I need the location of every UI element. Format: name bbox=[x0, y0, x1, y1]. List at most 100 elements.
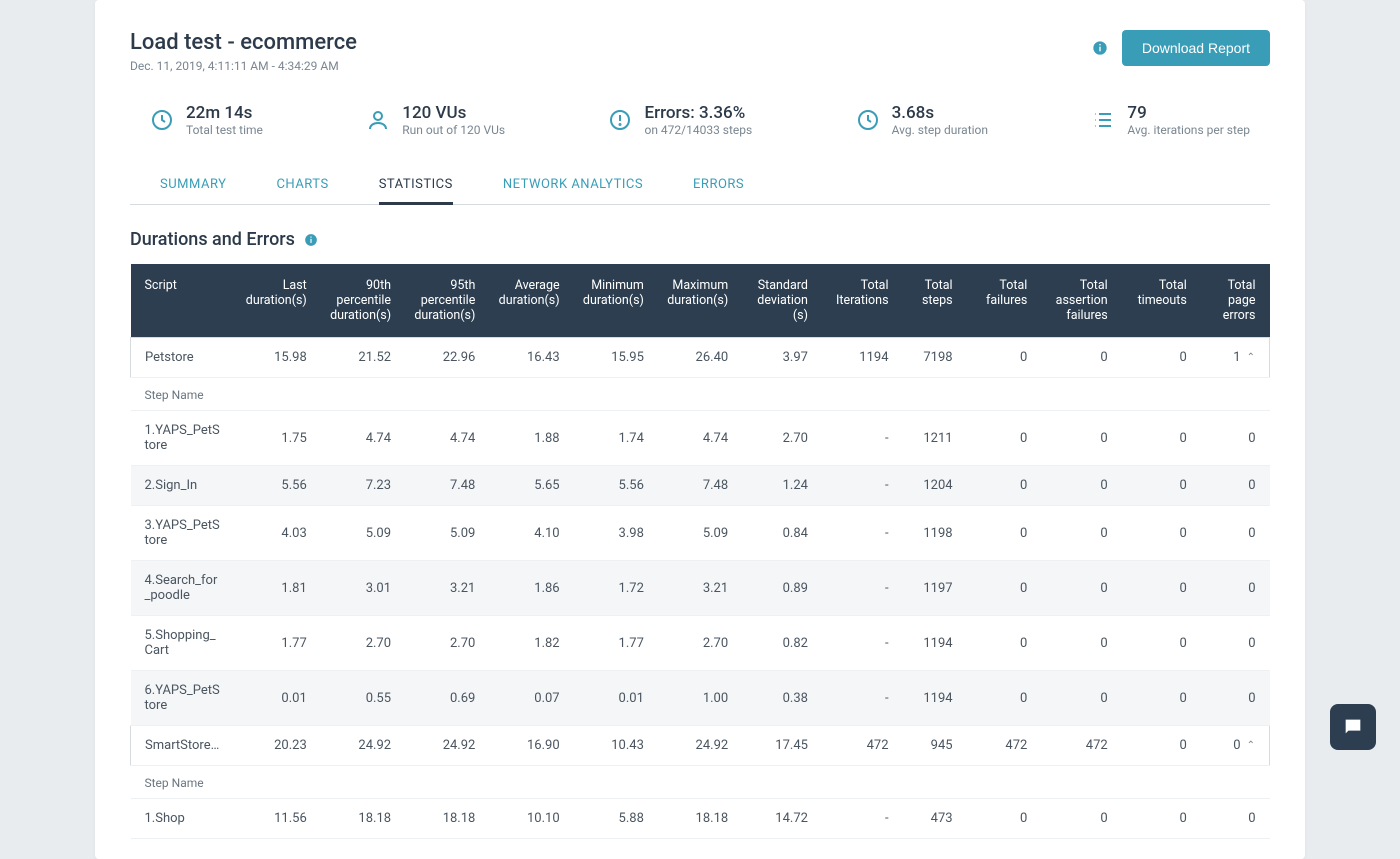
cell: 4.03 bbox=[231, 506, 315, 561]
cell: 11.56 bbox=[231, 799, 315, 839]
cell: 1.75 bbox=[231, 411, 315, 466]
cell: 6.YAPS_PetStore bbox=[131, 671, 231, 726]
tab-statistics[interactable]: STATISTICS bbox=[379, 167, 453, 205]
metric-value: 120 VUs bbox=[402, 103, 505, 123]
table-row-step[interactable]: 5.Shopping_Cart1.772.702.701.821.772.700… bbox=[131, 616, 1270, 671]
section-title: Durations and Errors bbox=[130, 229, 1270, 250]
page-subtitle: Dec. 11, 2019, 4:11:11 AM - 4:34:29 AM bbox=[130, 59, 357, 73]
cell: 16.90 bbox=[483, 726, 567, 766]
cell: 0.55 bbox=[315, 671, 399, 726]
cell: 5.56 bbox=[568, 466, 652, 506]
cell: 472 bbox=[961, 726, 1036, 766]
cell: 2.70 bbox=[399, 616, 483, 671]
metric-value: Errors: 3.36% bbox=[644, 103, 752, 123]
chevron-up-icon[interactable]: ⌃ bbox=[1247, 352, 1255, 363]
col-iterations[interactable]: Total Iterations bbox=[816, 264, 897, 338]
table-row-step[interactable]: 4.Search_for_poodle1.813.013.211.861.723… bbox=[131, 561, 1270, 616]
table-row-step[interactable]: 3.YAPS_PetStore4.035.095.094.103.985.090… bbox=[131, 506, 1270, 561]
table-row-step[interactable]: 1.YAPS_PetStore1.754.744.741.881.744.742… bbox=[131, 411, 1270, 466]
tab-network-analytics[interactable]: NETWORK ANALYTICS bbox=[503, 167, 643, 205]
cell: Petstore bbox=[131, 338, 231, 378]
cell: 0 bbox=[1195, 561, 1270, 616]
cell: 15.98 bbox=[231, 338, 315, 378]
cell: 0 bbox=[1195, 411, 1270, 466]
cell: 5.09 bbox=[652, 506, 736, 561]
metric-value: 22m 14s bbox=[186, 103, 263, 123]
col-avg[interactable]: Average duration(s) bbox=[483, 264, 567, 338]
table-row-step[interactable]: 6.YAPS_PetStore0.010.550.690.070.011.000… bbox=[131, 671, 1270, 726]
cell: 1204 bbox=[897, 466, 961, 506]
table-row-script[interactable]: SmartStore---...20.2324.9224.9216.9010.4… bbox=[131, 726, 1270, 766]
col-page-errors[interactable]: Total page errors bbox=[1195, 264, 1270, 338]
col-p90[interactable]: 90th percentile duration(s) bbox=[315, 264, 399, 338]
page-title: Load test - ecommerce bbox=[130, 30, 357, 55]
list-icon bbox=[1091, 108, 1115, 132]
cell: 1194 bbox=[816, 338, 897, 378]
download-report-button[interactable]: Download Report bbox=[1122, 30, 1270, 66]
metric-label: Run out of 120 VUs bbox=[402, 123, 505, 137]
cell: 3.98 bbox=[568, 506, 652, 561]
info-icon[interactable] bbox=[303, 232, 319, 248]
cell: 0.82 bbox=[736, 616, 816, 671]
col-steps[interactable]: Total steps bbox=[897, 264, 961, 338]
col-p95[interactable]: 95th percentile duration(s) bbox=[399, 264, 483, 338]
cell: 3.01 bbox=[315, 561, 399, 616]
table-row-script[interactable]: Petstore15.9821.5222.9616.4315.9526.403.… bbox=[131, 338, 1270, 378]
cell: 0.89 bbox=[736, 561, 816, 616]
col-min[interactable]: Minimum duration(s) bbox=[568, 264, 652, 338]
cell: 7.48 bbox=[652, 466, 736, 506]
cell: 5.09 bbox=[315, 506, 399, 561]
cell: 0 bbox=[1035, 671, 1115, 726]
tab-errors[interactable]: ERRORS bbox=[693, 167, 744, 205]
cell: 1.77 bbox=[231, 616, 315, 671]
cell: 16.43 bbox=[483, 338, 567, 378]
cell: 26.40 bbox=[652, 338, 736, 378]
title-block: Load test - ecommerce Dec. 11, 2019, 4:1… bbox=[130, 30, 357, 73]
cell: 24.92 bbox=[399, 726, 483, 766]
cell: - bbox=[816, 799, 897, 839]
col-timeouts[interactable]: Total timeouts bbox=[1116, 264, 1195, 338]
cell: 18.18 bbox=[399, 799, 483, 839]
step-header-row: Step Name bbox=[131, 766, 1270, 799]
metric-vus: 120 VUs Run out of 120 VUs bbox=[366, 103, 505, 137]
tab-summary[interactable]: SUMMARY bbox=[160, 167, 226, 205]
cell: 18.18 bbox=[315, 799, 399, 839]
cell: 0 bbox=[961, 338, 1036, 378]
metric-total-time: 22m 14s Total test time bbox=[150, 103, 263, 137]
tab-charts[interactable]: CHARTS bbox=[276, 167, 328, 205]
metric-iterations: 79 Avg. iterations per step bbox=[1091, 103, 1250, 137]
cell: 24.92 bbox=[315, 726, 399, 766]
col-assertion-failures[interactable]: Total assertion failures bbox=[1035, 264, 1115, 338]
cell: 472 bbox=[1035, 726, 1115, 766]
durations-table: Script Last duration(s) 90th percentile … bbox=[130, 264, 1270, 839]
cell: - bbox=[816, 671, 897, 726]
cell: 0⌃ bbox=[1195, 726, 1270, 766]
col-script[interactable]: Script bbox=[131, 264, 231, 338]
step-header-row: Step Name bbox=[131, 378, 1270, 411]
col-failures[interactable]: Total failures bbox=[961, 264, 1036, 338]
step-header-label: Step Name bbox=[131, 766, 1270, 799]
chat-button[interactable] bbox=[1330, 704, 1376, 750]
table-row-step[interactable]: 2.Sign_In5.567.237.485.655.567.481.24-12… bbox=[131, 466, 1270, 506]
cell: 1198 bbox=[897, 506, 961, 561]
cell: 0 bbox=[1195, 616, 1270, 671]
cell: SmartStore---... bbox=[131, 726, 231, 766]
col-max[interactable]: Maximum duration(s) bbox=[652, 264, 736, 338]
cell: 0 bbox=[961, 799, 1036, 839]
metric-label: on 472/14033 steps bbox=[644, 123, 752, 137]
header-row: Load test - ecommerce Dec. 11, 2019, 4:1… bbox=[130, 30, 1270, 73]
cell: - bbox=[816, 506, 897, 561]
table-row-step[interactable]: 1.Shop11.5618.1818.1810.105.8818.1814.72… bbox=[131, 799, 1270, 839]
cell: 15.95 bbox=[568, 338, 652, 378]
cell: 1194 bbox=[897, 671, 961, 726]
chevron-up-icon[interactable]: ⌃ bbox=[1247, 740, 1255, 751]
info-icon[interactable] bbox=[1092, 40, 1108, 56]
alert-icon bbox=[608, 108, 632, 132]
cell: 5.88 bbox=[568, 799, 652, 839]
col-last[interactable]: Last duration(s) bbox=[231, 264, 315, 338]
cell: 1.YAPS_PetStore bbox=[131, 411, 231, 466]
clock-icon bbox=[150, 108, 174, 132]
col-std[interactable]: Standard deviation (s) bbox=[736, 264, 816, 338]
cell: 5.09 bbox=[399, 506, 483, 561]
cell: 0 bbox=[1035, 561, 1115, 616]
